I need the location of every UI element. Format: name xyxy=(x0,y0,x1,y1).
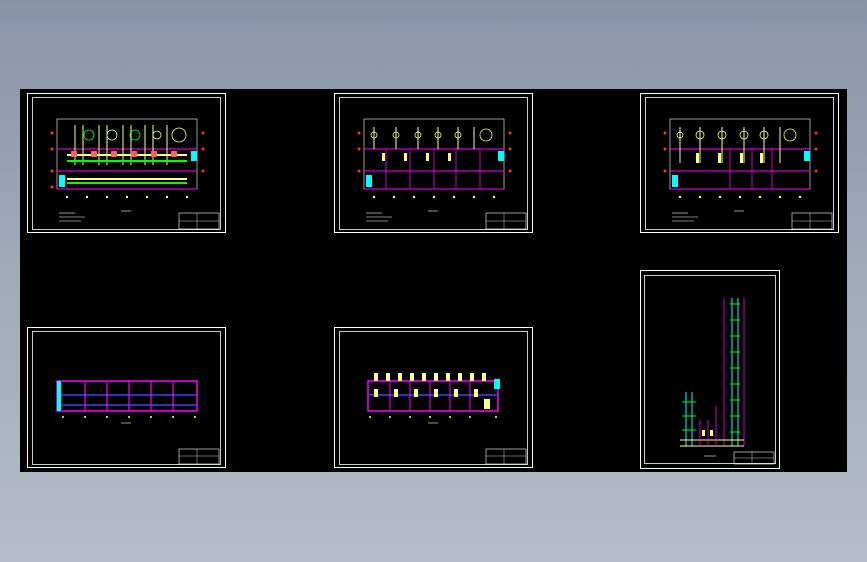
sheet-1-drawing xyxy=(27,93,226,233)
sheet-6-drawing xyxy=(640,270,780,469)
cad-model-space[interactable] xyxy=(20,89,847,472)
sheet-5-drawing xyxy=(334,327,533,468)
drawing-sheet-3[interactable] xyxy=(640,93,839,233)
drawing-sheet-2[interactable] xyxy=(334,93,533,233)
sheet-2-drawing xyxy=(334,93,533,233)
sheet-4-drawing xyxy=(27,327,226,468)
drawing-sheet-5[interactable] xyxy=(334,327,533,468)
drawing-sheet-6[interactable] xyxy=(640,270,780,469)
drawing-sheet-4[interactable] xyxy=(27,327,226,468)
sheet-3-drawing xyxy=(640,93,839,233)
drawing-sheet-1[interactable] xyxy=(27,93,226,233)
